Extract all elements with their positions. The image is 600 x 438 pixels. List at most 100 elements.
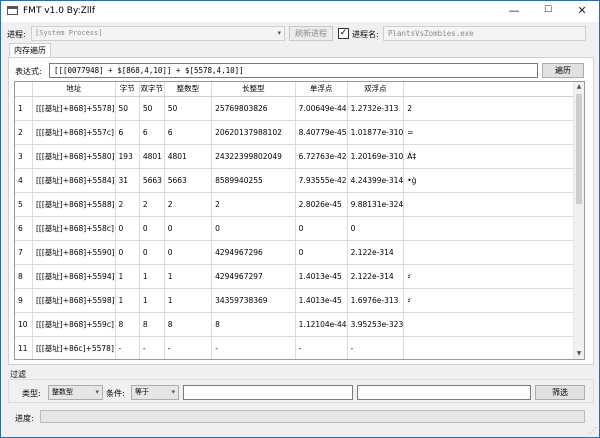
table-row[interactable]: 9 [[[基址]+868]+5598] 1 1 1 34359738369 1.4013e-… — [15, 288, 584, 313]
table-cell: 5663 — [139, 168, 165, 193]
vertical-scrollbar[interactable]: ▲ ▼ — [573, 82, 584, 359]
chevron-down-icon: ▾ — [277, 29, 281, 37]
filter-value-input[interactable] — [183, 385, 353, 400]
table-row[interactable]: 10 [[[基址]+868]+559c] 8 8 8 8 1.12104e-44 3.9525… — [15, 312, 584, 337]
table-row[interactable]: 6 [[[基址]+868]+558c] 0 0 0 0 0 0 — [15, 216, 584, 241]
table-cell: 31 — [115, 168, 140, 193]
table-cell: 8 — [115, 312, 140, 337]
table-cell: 50 — [115, 96, 140, 121]
row-number: 11 — [15, 336, 33, 359]
table-cell: 6.72763e-42 — [295, 144, 348, 169]
table-cell: 1.2732e-313 — [347, 96, 405, 121]
expression-input[interactable]: [[[0077948] + $[868,4,10]] + $[5578,4,10… — [49, 63, 538, 78]
result-grid: 地址 字节 双字节 整数型 长整型 单浮点 双浮点 1 [[[基址]+868]+5578] 50… — [15, 82, 584, 359]
table-cell: 2.8026e-45 — [295, 192, 348, 217]
table-cell: 4.24399e-314 — [347, 168, 405, 193]
scroll-thumb[interactable] — [576, 94, 582, 204]
process-name-checkbox[interactable]: ✓ — [338, 28, 349, 39]
process-name-field[interactable]: PlantsVsZombies.exe — [383, 26, 586, 41]
filter-button[interactable]: 筛选 — [535, 385, 585, 400]
table-cell: 50 — [164, 96, 213, 121]
chevron-down-icon: ▾ — [171, 388, 175, 396]
tab-memory-traverse[interactable]: 内存遍历 — [9, 43, 51, 57]
table-cell: [[[基址]+868]+5584] — [32, 168, 116, 193]
column-header[interactable]: 双浮点 — [347, 82, 405, 97]
filter-condition-select[interactable]: 等于 ▾ — [131, 385, 179, 400]
table-row[interactable]: 5 [[[基址]+868]+5588] 2 2 2 2 2.8026e-45 9.88131e… — [15, 192, 584, 217]
table-cell — [403, 336, 584, 359]
table-row[interactable]: 7 [[[基址]+868]+5590] 0 0 0 4294967296 0 2.122e-3… — [15, 240, 584, 265]
table-cell: 2 — [403, 96, 584, 121]
table-cell: 1 — [115, 264, 140, 289]
column-header[interactable] — [15, 82, 33, 97]
column-header[interactable] — [403, 82, 584, 97]
table-cell: 6 — [115, 120, 140, 145]
table-cell: 2 — [164, 192, 213, 217]
table-cell: [[[基址]+868]+5580] — [32, 144, 116, 169]
column-header[interactable]: 双字节 — [139, 82, 165, 97]
table-cell: 1.4013e-45 — [295, 264, 348, 289]
row-number: 7 — [15, 240, 33, 265]
scroll-down-icon[interactable]: ▼ — [574, 349, 584, 359]
column-header[interactable]: 字节 — [115, 82, 140, 97]
filter-condition-value: 等于 — [135, 388, 149, 396]
minimize-button[interactable]: — — [497, 1, 531, 22]
table-cell: 1 — [139, 264, 165, 289]
close-button[interactable]: ✕ — [565, 1, 599, 22]
maximize-button[interactable]: ☐ — [531, 1, 565, 22]
table-row[interactable]: 1 [[[基址]+868]+5578] 50 50 50 25769803826 7.006… — [15, 96, 584, 121]
traverse-button[interactable]: 遍历 — [542, 63, 584, 78]
row-number: 2 — [15, 120, 33, 145]
table-cell: [[[基址]+868]+5588] — [32, 192, 116, 217]
column-header[interactable]: 单浮点 — [295, 82, 348, 97]
table-cell: 1.4013e-45 — [295, 288, 348, 313]
window-title: FMT v1.0 By:Zllf — [23, 6, 96, 16]
table-cell: 34359738369 — [211, 288, 296, 313]
table-cell: 2 — [139, 192, 165, 217]
resize-grip-icon[interactable]: ⋰ — [589, 426, 597, 435]
table-row[interactable]: 4 [[[基址]+868]+5584] 31 5663 5663 8589940255 7.… — [15, 168, 584, 193]
table-cell: ♯ — [403, 264, 584, 289]
table-row[interactable]: 3 [[[基址]+868]+5580] 193 4801 4801 24322399802… — [15, 144, 584, 169]
table-cell: [[[基址]+868]+5590] — [32, 240, 116, 265]
filter-value2-input[interactable] — [357, 385, 531, 400]
table-cell: - — [295, 336, 348, 359]
column-header[interactable]: 整数型 — [164, 82, 213, 97]
table-cell: 0 — [347, 216, 405, 241]
table-cell: 9.88131e-324 — [347, 192, 405, 217]
table-cell: 50 — [139, 96, 165, 121]
refresh-process-button[interactable]: 刷新进程 — [289, 26, 333, 41]
table-cell: = — [403, 120, 584, 145]
table-cell: 1.12104e-44 — [295, 312, 348, 337]
table-cell: 7.00649e-44 — [295, 96, 348, 121]
table-row[interactable]: 8 [[[基址]+868]+5594] 1 1 1 4294967297 1.4013e-4… — [15, 264, 584, 289]
table-row[interactable]: 2 [[[基址]+868]+557c] 6 6 6 20620137988102 8.407… — [15, 120, 584, 145]
table-cell: 4294967297 — [211, 264, 296, 289]
result-table[interactable]: 地址 字节 双字节 整数型 长整型 单浮点 双浮点 1 [[[基址]+868]+5578] 50… — [14, 81, 585, 360]
table-cell: 1.01877e-310 — [347, 120, 405, 145]
table-cell: [[[基址]+868]+559c] — [32, 312, 116, 337]
table-cell: 1 — [139, 288, 165, 313]
table-cell: [[[基址]+868]+5578] — [32, 96, 116, 121]
scroll-up-icon[interactable]: ▲ — [574, 82, 584, 92]
table-cell: 3.95253e-323 — [347, 312, 405, 337]
table-cell: 8 — [211, 312, 296, 337]
process-name-label: 进程名: — [352, 30, 379, 39]
table-cell: 24322399802049 — [211, 144, 296, 169]
table-cell: 0 — [164, 240, 213, 265]
table-cell: 0 — [211, 216, 296, 241]
column-header[interactable]: 地址 — [32, 82, 116, 97]
table-row[interactable]: 11 [[[基址]+86c]+5578] - - - - - - — [15, 336, 584, 359]
table-cell: 0 — [139, 216, 165, 241]
table-cell: [[[基址]+868]+557c] — [32, 120, 116, 145]
table-cell: 0 — [295, 216, 348, 241]
column-header[interactable]: 长整型 — [211, 82, 296, 97]
filter-condition-label: 条件: — [106, 389, 125, 398]
row-number: 1 — [15, 96, 33, 121]
table-cell: [[[基址]+868]+5594] — [32, 264, 116, 289]
process-select[interactable]: [System Process] ▾ — [31, 26, 285, 41]
table-cell: 1 — [115, 288, 140, 313]
filter-type-select[interactable]: 整数型 ▾ — [48, 385, 103, 400]
table-cell: 8589940255 — [211, 168, 296, 193]
table-cell — [403, 216, 584, 241]
